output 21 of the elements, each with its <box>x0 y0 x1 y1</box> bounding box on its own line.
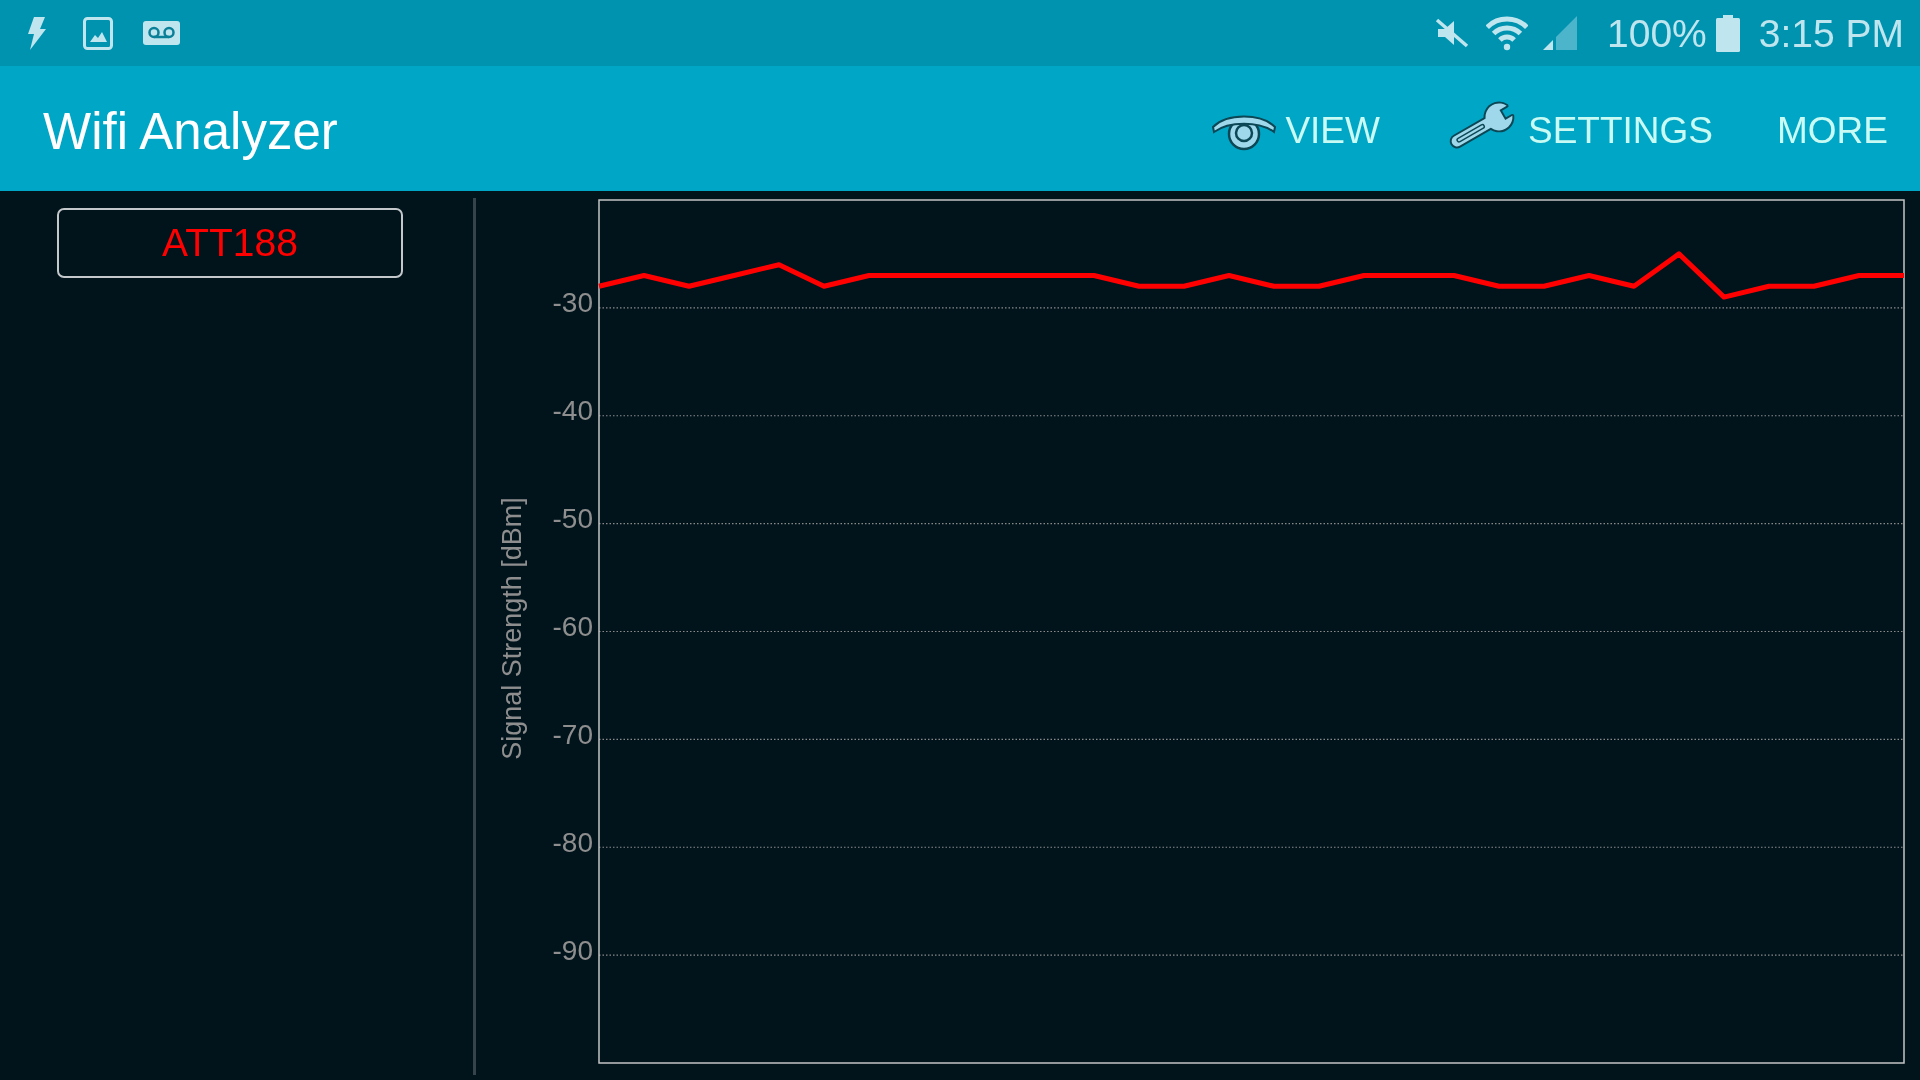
clock-time: 3:15 PM <box>1758 13 1904 53</box>
y-tick-label: -80 <box>552 826 593 858</box>
signal-icon <box>1543 16 1577 50</box>
y-tick-label: -40 <box>552 395 593 427</box>
y-tick-label: -50 <box>552 503 593 534</box>
view-button[interactable]: VIEW <box>1201 101 1390 160</box>
y-tick-label: -30 <box>552 287 593 319</box>
lightning-icon <box>26 16 46 50</box>
voicemail-icon <box>143 21 180 45</box>
battery-icon <box>1715 14 1740 52</box>
y-tick-label: -70 <box>552 718 593 750</box>
settings-button[interactable]: SETTINGS <box>1433 95 1723 166</box>
battery-percent: 100% <box>1607 13 1707 53</box>
wifi-icon <box>1486 15 1528 51</box>
mute-icon <box>1434 18 1469 48</box>
network-legend-button[interactable]: ATT188 <box>57 208 403 278</box>
image-icon <box>83 16 113 50</box>
y-tick-label: -60 <box>552 610 593 642</box>
y-axis-title: Signal Strength [dBm] <box>497 497 528 760</box>
y-tick-label: -90 <box>552 934 593 966</box>
more-button[interactable]: MORE <box>1767 101 1898 160</box>
